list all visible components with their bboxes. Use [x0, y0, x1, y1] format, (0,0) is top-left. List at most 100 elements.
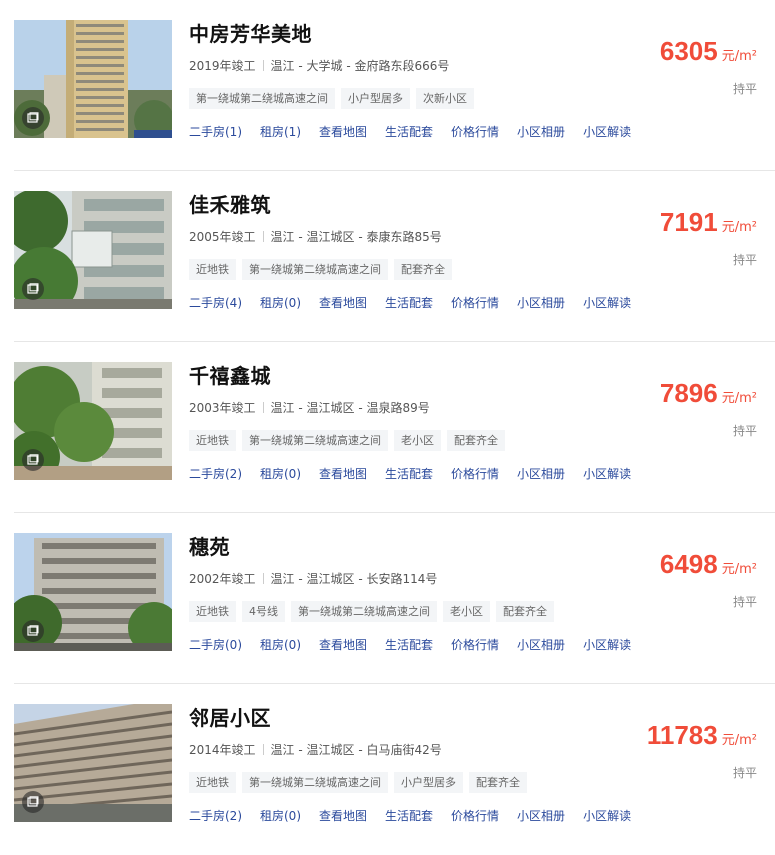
community-meta: 2019年竣工 温江 - 大学城 - 金府路东段666号 [189, 57, 449, 74]
map-link[interactable]: 查看地图 [319, 294, 367, 311]
analysis-link[interactable]: 小区解读 [583, 123, 631, 140]
map-link[interactable]: 查看地图 [319, 636, 367, 653]
secondhand-link[interactable]: 二手房(2) [189, 807, 242, 824]
community-name[interactable]: 中房芳华美地 [189, 18, 312, 47]
album-icon[interactable] [22, 620, 44, 642]
average-price: 6498 元/m² [660, 549, 757, 580]
feature-tags: 近地铁 第一绕城第二绕城高速之间 配套齐全 [189, 259, 452, 280]
feature-tags: 第一绕城第二绕城高速之间 小户型居多 次新小区 [189, 88, 474, 109]
price-value: 7191 [659, 207, 718, 237]
community-address: 温江 - 大学城 - 金府路东段666号 [270, 59, 450, 73]
secondhand-link[interactable]: 二手房(0) [189, 636, 242, 653]
meta-divider [262, 402, 264, 413]
community-links: 二手房(0) 租房(0) 查看地图 生活配套 价格行情 小区相册 小区解读 [189, 636, 649, 653]
rent-link[interactable]: 租房(0) [260, 636, 301, 653]
community-name[interactable]: 邻居小区 [189, 702, 271, 731]
community-meta: 2003年竣工 温江 - 温江城区 - 温泉路89号 [189, 399, 430, 416]
price-trend: 持平 [732, 253, 757, 267]
price-trend: 持平 [732, 424, 757, 438]
rent-link[interactable]: 租房(0) [260, 294, 301, 311]
feature-tag: 第一绕城第二绕城高速之间 [242, 259, 388, 280]
community-name[interactable]: 千禧鑫城 [189, 360, 271, 389]
community-item: 中房芳华美地 2019年竣工 温江 - 大学城 - 金府路东段666号 第一绕城第… [0, 0, 775, 171]
analysis-link[interactable]: 小区解读 [583, 465, 631, 482]
amenities-link[interactable]: 生活配套 [385, 636, 433, 653]
feature-tags: 近地铁 第一绕城第二绕城高速之间 老小区 配套齐全 [189, 430, 505, 451]
map-link[interactable]: 查看地图 [319, 123, 367, 140]
community-name[interactable]: 穗苑 [189, 531, 230, 560]
community-meta: 2005年竣工 温江 - 温江城区 - 泰康东路85号 [189, 228, 442, 245]
secondhand-link[interactable]: 二手房(1) [189, 123, 242, 140]
price-value: 7896 [659, 378, 718, 408]
feature-tag: 小户型居多 [341, 88, 410, 109]
analysis-link[interactable]: 小区解读 [583, 636, 631, 653]
album-link[interactable]: 小区相册 [517, 807, 565, 824]
community-photo[interactable] [14, 533, 172, 651]
feature-tag: 近地铁 [189, 601, 236, 622]
album-link[interactable]: 小区相册 [517, 465, 565, 482]
feature-tag: 配套齐全 [496, 601, 554, 622]
album-icon[interactable] [22, 278, 44, 300]
build-year: 2003年竣工 [189, 401, 256, 415]
community-item: 千禧鑫城 2003年竣工 温江 - 温江城区 - 温泉路89号 近地铁 第一绕城第二… [0, 342, 775, 513]
price-trend-link[interactable]: 价格行情 [451, 465, 499, 482]
album-link[interactable]: 小区相册 [517, 294, 565, 311]
amenities-link[interactable]: 生活配套 [385, 123, 433, 140]
amenities-link[interactable]: 生活配套 [385, 465, 433, 482]
rent-link[interactable]: 租房(0) [260, 807, 301, 824]
price-value: 6498 [659, 549, 718, 579]
album-icon[interactable] [22, 449, 44, 471]
price-trend: 持平 [732, 595, 757, 609]
community-links: 二手房(1) 租房(1) 查看地图 生活配套 价格行情 小区相册 小区解读 [189, 123, 649, 140]
community-links: 二手房(2) 租房(0) 查看地图 生活配套 价格行情 小区相册 小区解读 [189, 465, 649, 482]
community-photo[interactable] [14, 704, 172, 822]
feature-tag: 第一绕城第二绕城高速之间 [242, 430, 388, 451]
album-icon[interactable] [22, 791, 44, 813]
community-address: 温江 - 温江城区 - 泰康东路85号 [270, 230, 442, 244]
price-value: 11783 [646, 720, 718, 750]
price-trend-link[interactable]: 价格行情 [451, 294, 499, 311]
meta-divider [262, 60, 264, 71]
average-price: 7896 元/m² [660, 378, 757, 409]
community-meta: 2014年竣工 温江 - 温江城区 - 白马庙街42号 [189, 741, 442, 758]
feature-tag: 配套齐全 [469, 772, 527, 793]
price-trend: 持平 [732, 82, 757, 96]
community-item: 穗苑 2002年竣工 温江 - 温江城区 - 长安路114号 近地铁 4号线 第一绕城… [0, 513, 775, 684]
community-meta: 2002年竣工 温江 - 温江城区 - 长安路114号 [189, 570, 437, 587]
map-link[interactable]: 查看地图 [319, 465, 367, 482]
build-year: 2005年竣工 [189, 230, 256, 244]
feature-tags: 近地铁 4号线 第一绕城第二绕城高速之间 老小区 配套齐全 [189, 601, 554, 622]
amenities-link[interactable]: 生活配套 [385, 807, 433, 824]
community-item: 邻居小区 2014年竣工 温江 - 温江城区 - 白马庙街42号 近地铁 第一绕城第… [0, 684, 775, 855]
price-unit: 元/m² [721, 49, 757, 64]
secondhand-link[interactable]: 二手房(4) [189, 294, 242, 311]
album-icon[interactable] [22, 107, 44, 129]
analysis-link[interactable]: 小区解读 [583, 294, 631, 311]
rent-link[interactable]: 租房(0) [260, 465, 301, 482]
community-name[interactable]: 佳禾雅筑 [189, 189, 271, 218]
feature-tag: 第一绕城第二绕城高速之间 [242, 772, 388, 793]
feature-tag: 小户型居多 [394, 772, 463, 793]
community-address: 温江 - 温江城区 - 温泉路89号 [270, 401, 430, 415]
community-photo[interactable] [14, 20, 172, 138]
price-trend-link[interactable]: 价格行情 [451, 123, 499, 140]
feature-tag: 近地铁 [189, 772, 236, 793]
analysis-link[interactable]: 小区解读 [583, 807, 631, 824]
community-list: 中房芳华美地 2019年竣工 温江 - 大学城 - 金府路东段666号 第一绕城第… [0, 0, 775, 855]
average-price: 11783 元/m² [647, 720, 757, 751]
feature-tag: 第一绕城第二绕城高速之间 [291, 601, 437, 622]
rent-link[interactable]: 租房(1) [260, 123, 301, 140]
map-link[interactable]: 查看地图 [319, 807, 367, 824]
feature-tag: 老小区 [443, 601, 490, 622]
community-photo[interactable] [14, 191, 172, 309]
community-photo[interactable] [14, 362, 172, 480]
price-unit: 元/m² [721, 733, 757, 748]
amenities-link[interactable]: 生活配套 [385, 294, 433, 311]
community-address: 温江 - 温江城区 - 长安路114号 [270, 572, 438, 586]
album-link[interactable]: 小区相册 [517, 636, 565, 653]
price-trend-link[interactable]: 价格行情 [451, 807, 499, 824]
price-trend-link[interactable]: 价格行情 [451, 636, 499, 653]
secondhand-link[interactable]: 二手房(2) [189, 465, 242, 482]
feature-tag: 近地铁 [189, 259, 236, 280]
album-link[interactable]: 小区相册 [517, 123, 565, 140]
